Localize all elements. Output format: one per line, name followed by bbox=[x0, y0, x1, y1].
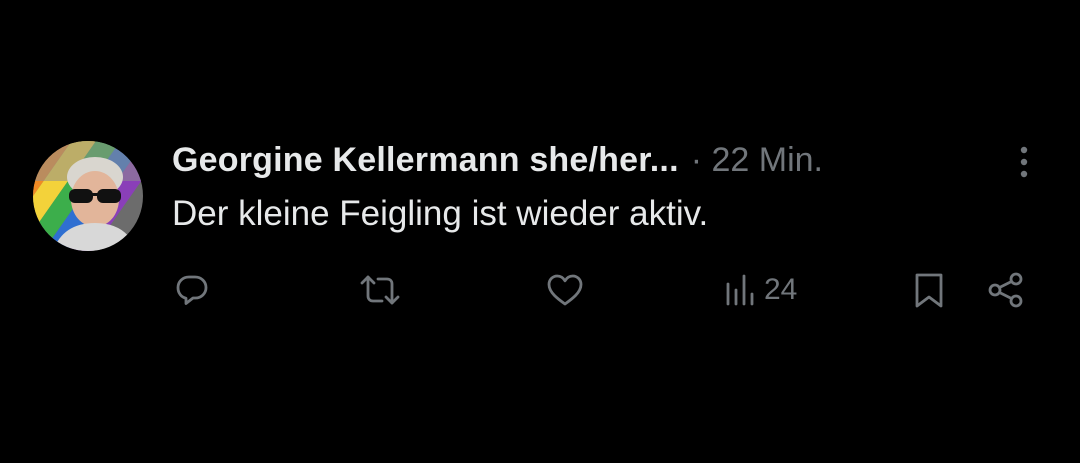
retweet-icon bbox=[358, 272, 402, 308]
timestamp[interactable]: · 22 Min. bbox=[691, 141, 823, 180]
display-name[interactable]: Georgine Kellermann she/her... bbox=[172, 141, 679, 180]
share-button[interactable] bbox=[986, 268, 1026, 312]
like-button[interactable] bbox=[546, 268, 584, 312]
bookmark-button[interactable] bbox=[912, 268, 946, 312]
reply-icon bbox=[174, 272, 210, 308]
tweet-text: Der kleine Feigling ist wieder aktiv. bbox=[172, 194, 709, 233]
share-icon bbox=[986, 271, 1026, 309]
views-count: 24 bbox=[764, 273, 798, 306]
tweet-header: Georgine Kellermann she/her... · 22 Min. bbox=[172, 136, 823, 184]
views-button[interactable]: 24 bbox=[724, 268, 797, 312]
heart-icon bbox=[546, 272, 584, 308]
retweet-button[interactable] bbox=[358, 268, 402, 312]
reply-button[interactable] bbox=[174, 268, 210, 312]
tweet[interactable]: Georgine Kellermann she/her... · 22 Min.… bbox=[0, 0, 1080, 463]
views-chart-icon bbox=[724, 272, 758, 308]
avatar[interactable] bbox=[33, 141, 143, 251]
more-vertical-icon[interactable] bbox=[1006, 142, 1042, 182]
bookmark-icon bbox=[912, 271, 946, 309]
